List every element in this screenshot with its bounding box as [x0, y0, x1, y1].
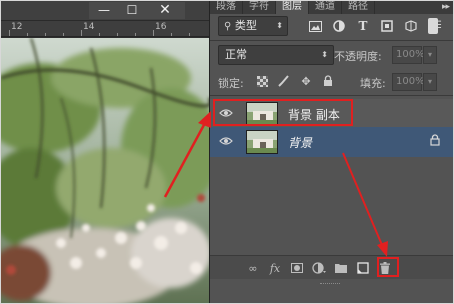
chevron-updown-icon: ⬍ [321, 50, 328, 59]
lock-icons: ✥ [254, 73, 336, 89]
ruler-label: 12 [11, 22, 23, 32]
opacity-label: 不透明度: [334, 50, 382, 63]
lock-icon[interactable] [430, 134, 440, 149]
add-mask-icon[interactable] [288, 259, 306, 277]
ruler-tick [99, 33, 100, 36]
smart-object-filter-icon[interactable] [402, 17, 420, 35]
ruler-tick [135, 33, 136, 36]
maximize-button[interactable]: ☐ [117, 2, 147, 19]
annotation-highlight-layer [213, 99, 353, 126]
panel-bottom [210, 279, 453, 303]
lock-image-icon[interactable] [276, 73, 292, 89]
ruler-tick [63, 33, 64, 36]
fill-dropdown[interactable]: ▾ [423, 73, 437, 91]
ruler-tick [171, 33, 172, 36]
layer-name[interactable]: 背景 [288, 134, 312, 151]
lock-transparent-icon[interactable] [254, 73, 270, 89]
fill-label: 填充: [360, 77, 386, 90]
fx-icon[interactable]: fx [266, 259, 284, 277]
lock-position-icon[interactable]: ✥ [298, 73, 314, 89]
tab-paths[interactable]: 路径 [342, 1, 375, 14]
fill-input[interactable]: 100% [392, 73, 425, 91]
layer-row-background[interactable]: 背景 [210, 127, 453, 157]
divider [210, 95, 453, 96]
horizontal-ruler[interactable]: 12 14 16 [1, 21, 209, 37]
tab-channels[interactable]: 通道 [309, 1, 342, 14]
lock-all-icon[interactable] [320, 73, 336, 89]
resize-grip[interactable] [320, 283, 340, 286]
adjustment-layer-icon[interactable] [310, 259, 328, 277]
document-window: — ☐ ✕ 12 14 16 [1, 1, 209, 303]
footer-icons: ∞ fx [244, 259, 394, 277]
new-layer-icon[interactable] [354, 259, 372, 277]
annotation-highlight-new-layer [377, 257, 399, 277]
eye-icon[interactable] [218, 135, 234, 149]
shape-filter-icon[interactable] [378, 17, 396, 35]
close-button[interactable]: ✕ [145, 2, 185, 19]
search-icon: ⚲ [224, 21, 232, 32]
collapse-panel-icon[interactable]: ▸▸ [442, 2, 450, 12]
layers-panel: 段落 字符 图层 通道 路径 ▸▸ ☰ ⚲ 类型 ⬍ T [209, 1, 453, 303]
tab-character[interactable]: 字符 [243, 1, 276, 14]
layer-filter-select[interactable]: ⚲ 类型 ⬍ [218, 16, 288, 36]
filter-toggle[interactable] [428, 18, 438, 34]
new-group-icon[interactable] [332, 259, 350, 277]
ruler-tick [153, 30, 154, 36]
tab-paragraph[interactable]: 段落 [210, 1, 243, 14]
chevron-updown-icon: ⬍ [276, 21, 283, 30]
minimize-button[interactable]: — [89, 2, 119, 19]
ruler-tick [117, 33, 118, 36]
ruler-tick [81, 30, 82, 36]
blend-mode-value: 正常 [225, 48, 247, 61]
type-filter-icon[interactable]: T [354, 17, 372, 35]
ruler-tick [45, 33, 46, 36]
image-filter-icon[interactable] [306, 17, 324, 35]
layer-filter-value: 类型 [234, 19, 257, 32]
lock-label: 锁定: [218, 77, 244, 90]
blend-mode-select[interactable]: 正常 ⬍ [218, 45, 334, 65]
divider [210, 40, 453, 41]
layers-footer: ∞ fx [210, 255, 453, 279]
opacity-dropdown[interactable]: ▾ [423, 46, 437, 64]
link-layers-icon[interactable]: ∞ [244, 259, 262, 277]
layer-thumbnail [246, 130, 278, 154]
filter-icons: T [306, 17, 420, 35]
document-titlebar: — ☐ ✕ [1, 1, 209, 21]
ruler-label: 16 [155, 22, 167, 32]
ruler-tick [27, 33, 28, 36]
app-frame: — ☐ ✕ 12 14 16 段落 字符 图层 通道 路径 ▸▸ ⚲ 类型 ⬍ … [0, 0, 454, 304]
ruler-tick [9, 30, 10, 36]
document-canvas[interactable] [1, 38, 209, 303]
panel-tabs: 段落 字符 图层 通道 路径 [210, 1, 453, 14]
ruler-label: 14 [83, 22, 95, 32]
canvas-photo [1, 38, 209, 303]
ruler-tick [189, 33, 190, 36]
tab-layers[interactable]: 图层 [276, 1, 309, 14]
opacity-input[interactable]: 100% [392, 46, 425, 64]
adjustment-filter-icon[interactable] [330, 17, 348, 35]
